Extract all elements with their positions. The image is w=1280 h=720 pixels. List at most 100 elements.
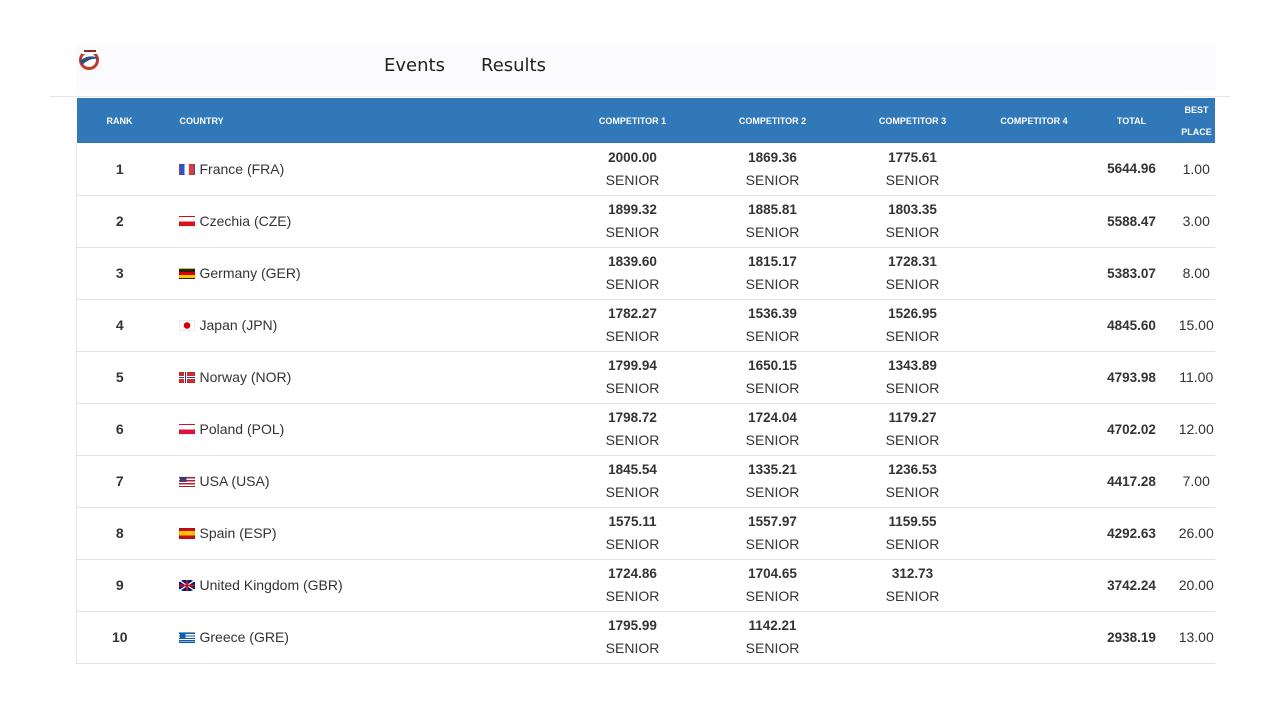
competitor-score[interactable]: 1704.65	[703, 563, 843, 585]
competitor-score[interactable]: 1795.99	[563, 615, 703, 637]
top-navbar: Events Results	[76, 45, 1216, 91]
competitor-score[interactable]: 1724.86	[563, 563, 703, 585]
header-competitor-3[interactable]: COMPETITOR 3	[843, 98, 983, 143]
country-name[interactable]: Poland (POL)	[200, 421, 285, 437]
competitor-score[interactable]: 1724.04	[703, 407, 843, 429]
competitor-score[interactable]: 1815.17	[703, 251, 843, 273]
nav-results-link[interactable]: Results	[481, 55, 546, 76]
competitor-score[interactable]: 2000.00	[563, 147, 703, 169]
country-cell: United Kingdom (GBR)	[163, 559, 563, 611]
competitor-score[interactable]: 1343.89	[843, 355, 983, 377]
competitor-score[interactable]: 1159.55	[843, 511, 983, 533]
competitor-level: SENIOR	[885, 276, 940, 292]
competitor-3-cell: 1236.53 SENIOR	[843, 455, 983, 507]
competitor-score[interactable]: 1799.94	[563, 355, 703, 377]
table-row: 9 United Kingdom (GBR) 1724.86 SENIOR 17…	[76, 559, 1215, 611]
competitor-3-cell: 1803.35 SENIOR	[843, 195, 983, 247]
country-name[interactable]: Germany (GER)	[200, 265, 301, 281]
header-competitor-4[interactable]: COMPETITOR 4	[983, 98, 1086, 143]
country-name[interactable]: United Kingdom (GBR)	[200, 577, 343, 593]
competitor-1-cell: 1782.27 SENIOR	[563, 299, 703, 351]
competitor-score[interactable]: 1798.72	[563, 407, 703, 429]
competitor-score[interactable]: 1885.81	[703, 199, 843, 221]
country-name[interactable]: Czechia (CZE)	[200, 213, 292, 229]
competitor-score[interactable]: 1775.61	[843, 147, 983, 169]
header-best-place[interactable]: BEST PLACE	[1178, 98, 1216, 143]
competitor-score[interactable]: 1782.27	[563, 303, 703, 325]
competitor-score[interactable]: 1899.32	[563, 199, 703, 221]
competitor-level: SENIOR	[605, 276, 660, 292]
competitor-score[interactable]: 1335.21	[703, 459, 843, 481]
header-competitor-1[interactable]: COMPETITOR 1	[563, 98, 703, 143]
competitor-2-cell: 1815.17 SENIOR	[703, 247, 843, 299]
rank-cell: 1	[115, 160, 124, 177]
competitor-4-cell	[983, 247, 1086, 299]
total-cell: 4702.02	[1107, 421, 1156, 437]
flag-poland-icon	[178, 424, 195, 435]
header-competitor-2[interactable]: COMPETITOR 2	[703, 98, 843, 143]
nav-events-link[interactable]: Events	[384, 55, 445, 76]
competitor-score[interactable]: 1142.21	[703, 615, 843, 637]
competitor-score[interactable]: 1650.15	[703, 355, 843, 377]
competitor-2-cell: 1869.36 SENIOR	[703, 143, 843, 195]
competitor-2-cell: 1885.81 SENIOR	[703, 195, 843, 247]
competitor-score[interactable]: 1236.53	[843, 459, 983, 481]
rank-cell: 2	[115, 213, 124, 229]
flag-spain-icon	[178, 528, 195, 539]
country-name[interactable]: USA (USA)	[200, 473, 270, 489]
competitor-1-cell: 2000.00 SENIOR	[563, 143, 703, 195]
results-table: RANK COUNTRY COMPETITOR 1 COMPETITOR 2 C…	[76, 98, 1215, 664]
total-cell: 3742.24	[1107, 577, 1156, 593]
country-cell: Czechia (CZE)	[163, 195, 563, 247]
competitor-level: SENIOR	[605, 588, 660, 604]
country-cell: Poland (POL)	[163, 403, 563, 455]
competitor-level: SENIOR	[605, 224, 660, 240]
country-name[interactable]: France (FRA)	[200, 161, 285, 177]
competitor-score[interactable]: 1839.60	[563, 251, 703, 273]
competitor-score[interactable]: 312.73	[843, 563, 983, 585]
header-total[interactable]: TOTAL	[1086, 98, 1178, 143]
competitor-score[interactable]: 1526.95	[843, 303, 983, 325]
country-name[interactable]: Norway (NOR)	[200, 369, 292, 385]
total-cell: 5644.96	[1107, 161, 1156, 177]
header-rank[interactable]: RANK	[77, 98, 163, 143]
competitor-1-cell: 1575.11 SENIOR	[563, 507, 703, 559]
competitor-3-cell: 1179.27 SENIOR	[843, 403, 983, 455]
association-logo-icon[interactable]	[76, 47, 102, 71]
total-cell: 4845.60	[1107, 317, 1156, 333]
nav-divider	[50, 96, 1230, 97]
total-cell: 4793.98	[1107, 369, 1156, 385]
competitor-2-cell: 1335.21 SENIOR	[703, 455, 843, 507]
competitor-score[interactable]: 1557.97	[703, 511, 843, 533]
competitor-4-cell	[983, 559, 1086, 611]
country-name[interactable]: Japan (JPN)	[200, 317, 278, 333]
country-name[interactable]: Spain (ESP)	[200, 525, 277, 541]
competitor-score[interactable]: 1803.35	[843, 199, 983, 221]
competitor-3-cell: 1775.61 SENIOR	[843, 143, 983, 195]
results-table-container: RANK COUNTRY COMPETITOR 1 COMPETITOR 2 C…	[76, 98, 1215, 672]
competitor-level: SENIOR	[885, 484, 940, 500]
flag-norway-icon	[178, 372, 195, 383]
total-cell: 5383.07	[1107, 265, 1156, 281]
competitor-4-cell	[983, 195, 1086, 247]
header-country[interactable]: COUNTRY	[163, 98, 563, 143]
competitor-score[interactable]: 1575.11	[563, 511, 703, 533]
competitor-score[interactable]: 1845.54	[563, 459, 703, 481]
flag-germany-icon	[178, 268, 195, 279]
competitor-score[interactable]: 1536.39	[703, 303, 843, 325]
competitor-score[interactable]: 1869.36	[703, 147, 843, 169]
competitor-level: SENIOR	[885, 171, 940, 188]
best-place-cell: 11.00	[1179, 369, 1214, 385]
table-row: 5 Norway (NOR) 1799.94 SENIOR 1650.15 SE…	[76, 351, 1215, 403]
flag-united-kingdom-icon	[178, 580, 195, 591]
competitor-level: SENIOR	[605, 484, 660, 500]
competitor-3-cell: 1159.55 SENIOR	[843, 507, 983, 559]
country-name[interactable]: Greece (GRE)	[200, 629, 289, 645]
competitor-score[interactable]: 1179.27	[843, 407, 983, 429]
table-row: 6 Poland (POL) 1798.72 SENIOR 1724.04 SE…	[76, 403, 1215, 455]
table-header-row: RANK COUNTRY COMPETITOR 1 COMPETITOR 2 C…	[76, 98, 1216, 143]
competitor-level: SENIOR	[885, 328, 940, 344]
competitor-level: SENIOR	[605, 328, 660, 344]
flag-france-icon	[178, 163, 195, 175]
competitor-score[interactable]: 1728.31	[843, 251, 983, 273]
